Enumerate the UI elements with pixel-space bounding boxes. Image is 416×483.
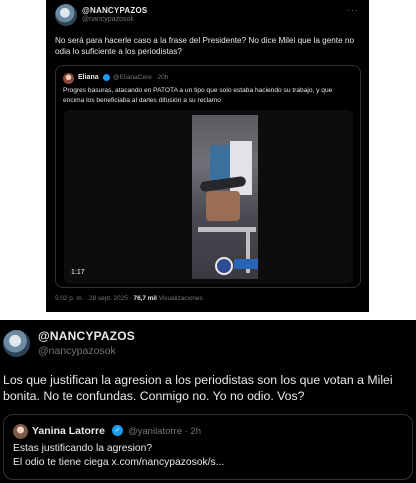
verified-badge-icon: ✓	[112, 425, 123, 436]
quoted-avatar	[13, 424, 28, 439]
video-watermark-band	[234, 259, 258, 269]
views-count: 76,7 mil	[133, 295, 157, 302]
tweet-text: Los que justifican la agresion a los per…	[3, 373, 393, 403]
avatar[interactable]	[3, 330, 30, 357]
embedded-tweet-screenshot: @NANCYPAZOS @nancypazosok ··· No será pa…	[46, 0, 369, 312]
views-label: Visualizaciones	[156, 295, 203, 302]
video-figure-legs	[206, 191, 240, 221]
handle[interactable]: @nancypazosok	[82, 16, 134, 23]
quoted-avatar	[63, 73, 74, 84]
tweet-meta: 5:02 p. m. · 28 sept. 2025 · 76,7 mil Vi…	[55, 295, 203, 302]
video-watermark-logo	[215, 257, 233, 275]
quoted-handle-time: @ElianaCere · 20h	[113, 74, 169, 81]
quoted-handle-time: @yanilatorre · 2h	[128, 426, 202, 437]
more-horizontal-icon[interactable]: ···	[347, 5, 359, 15]
screenshot-canvas: @NANCYPAZOS @nancypazosok ··· No será pa…	[0, 0, 416, 483]
quoted-tweet[interactable]: Eliana @ElianaCere · 20h Progres basuras…	[55, 65, 361, 288]
quoted-line-2: El odio te tiene ciega x.com/nancypazoso…	[13, 457, 225, 468]
timestamp[interactable]: 5:02 p. m. · 28 sept. 2025 ·	[55, 295, 134, 302]
display-name[interactable]: @NANCYPAZOS	[38, 329, 135, 343]
video-player[interactable]: 1:17	[64, 110, 353, 284]
video-frame	[192, 115, 258, 279]
tweet-text: No será para hacerle caso a la frase del…	[55, 36, 355, 56]
tweet: @NANCYPAZOS @nancypazosok Los que justif…	[0, 320, 416, 483]
quoted-display-name: Yanina Latorre	[32, 425, 105, 437]
video-duration: 1:17	[71, 269, 85, 276]
quoted-tweet-text: Estas justificando la agresion? El odio …	[13, 442, 403, 470]
verified-badge-icon	[103, 74, 110, 81]
quoted-tweet-text: Progres basuras, atacando en PATOTA a un…	[63, 87, 333, 104]
quoted-tweet[interactable]: Yanina Latorre ✓ @yanilatorre · 2h Estas…	[3, 414, 413, 480]
avatar[interactable]	[55, 4, 77, 26]
quoted-display-name: Eliana	[78, 74, 99, 81]
quoted-line-1: Estas justificando la agresion?	[13, 443, 153, 454]
display-name[interactable]: @NANCYPAZOS	[82, 6, 147, 15]
handle[interactable]: @nancypazosok	[38, 345, 116, 357]
